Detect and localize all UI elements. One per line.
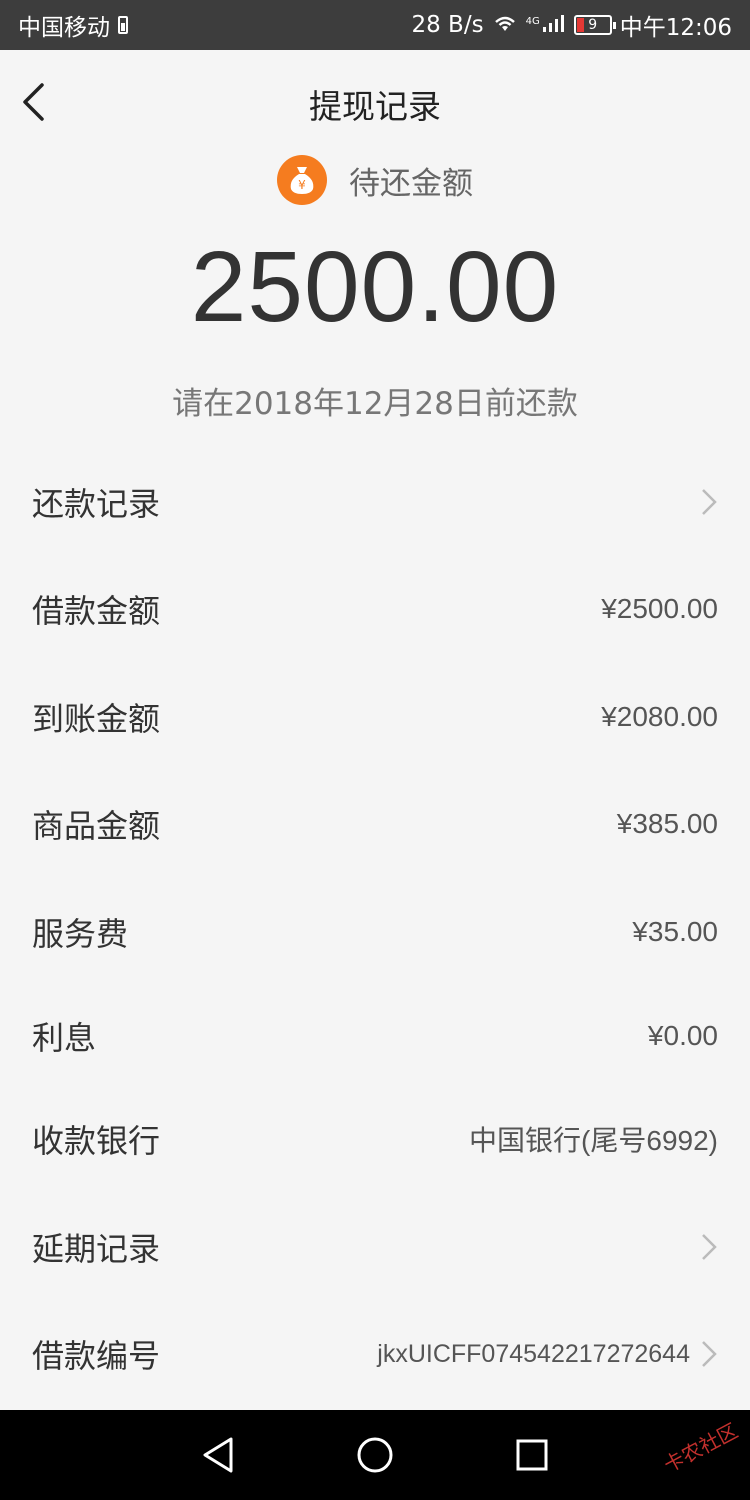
battery-level: 9 [588,17,598,33]
row-goods-amount: 商品金额 ¥385.00 [0,771,750,879]
row-label: 还款记录 [32,484,161,523]
row-repayment-records[interactable]: 还款记录 [0,448,750,556]
row-receiving-bank: 收款银行 中国银行(尾号6992) [0,1086,750,1194]
row-right: 中国银行(尾号6992) [469,1119,718,1159]
row-label: 借款编号 [32,1337,161,1376]
row-value: ¥2080.00 [601,700,718,732]
row-label: 借款金额 [32,592,161,631]
circle-home-icon [357,1437,393,1473]
row-label: 到账金额 [32,699,161,738]
row-right [690,1232,718,1262]
row-label: 利息 [32,1018,97,1057]
row-label: 商品金额 [32,807,161,846]
row-value: ¥0.00 [647,1019,718,1051]
page-title: 提现记录 [309,86,441,126]
row-loan-amount: 借款金额 ¥2500.00 [0,556,750,664]
chevron-right-icon [702,1341,717,1368]
outstanding-amount: 2500.00 [190,231,560,343]
back-button[interactable] [14,74,54,130]
money-bag-icon: ¥ [277,155,327,205]
row-value: ¥385.00 [616,808,718,840]
row-right: ¥2080.00 [601,701,718,733]
row-right: ¥35.00 [632,916,718,948]
row-label: 服务费 [32,914,129,953]
row-extension-records[interactable]: 延期记录 [0,1193,750,1301]
row-right: ¥0.00 [648,1020,718,1052]
row-right: jkxUICFF074542217272644 [377,1339,718,1369]
due-date-note: 请在2018年12月28日前还款 [172,386,578,422]
row-interest: 利息 ¥0.00 [0,986,750,1086]
row-service-fee: 服务费 ¥35.00 [0,878,750,986]
row-right: ¥2500.00 [601,593,718,625]
row-label: 延期记录 [32,1229,161,1268]
summary-label: 待还金额 [349,165,473,202]
status-bar-right: 28 B/s 4G 9 中午12:06 [411,8,732,42]
row-loan-number[interactable]: 借款编号 jkxUICFF074542217272644 [0,1301,750,1409]
row-value: 中国银行(尾号6992) [469,1125,718,1157]
wifi-icon [492,13,518,38]
signal-icon [542,13,566,38]
row-value: jkxUICFF074542217272644 [377,1339,690,1368]
home-key[interactable] [350,1430,400,1480]
status-bar: 中国移动 28 B/s 4G 9 中午12:06 [0,0,750,50]
nav-bar: 提现记录 [0,50,750,155]
square-recents-icon [516,1439,548,1471]
carrier-label: 中国移动 [18,15,110,41]
detail-list: 还款记录 借款金额 ¥2500.00 到账金额 ¥2080.00 商品金额 ¥3… [0,448,750,1408]
row-right: ¥385.00 [617,808,718,840]
net-speed: 28 B/s [411,12,484,38]
summary-header: ¥ 待还金额 [0,153,750,207]
row-value: ¥35.00 [632,915,718,947]
triangle-back-icon [203,1437,233,1473]
network-type: 4G [525,16,540,27]
chevron-left-icon [23,83,44,121]
row-value: ¥2500.00 [601,593,718,625]
row-received-amount: 到账金额 ¥2080.00 [0,663,750,771]
chevron-right-icon [702,488,717,515]
svg-text:¥: ¥ [298,178,306,192]
row-right [690,487,718,517]
sim-card-icon [118,16,128,34]
row-label: 收款银行 [32,1122,161,1161]
chevron-right-icon [702,1233,717,1260]
status-bar-left: 中国移动 [18,8,128,42]
clock: 中午12:06 [619,15,732,41]
back-key[interactable] [193,1430,243,1480]
recents-key[interactable] [507,1430,557,1480]
system-nav-bar [0,1410,750,1500]
battery-icon: 9 [573,15,616,35]
